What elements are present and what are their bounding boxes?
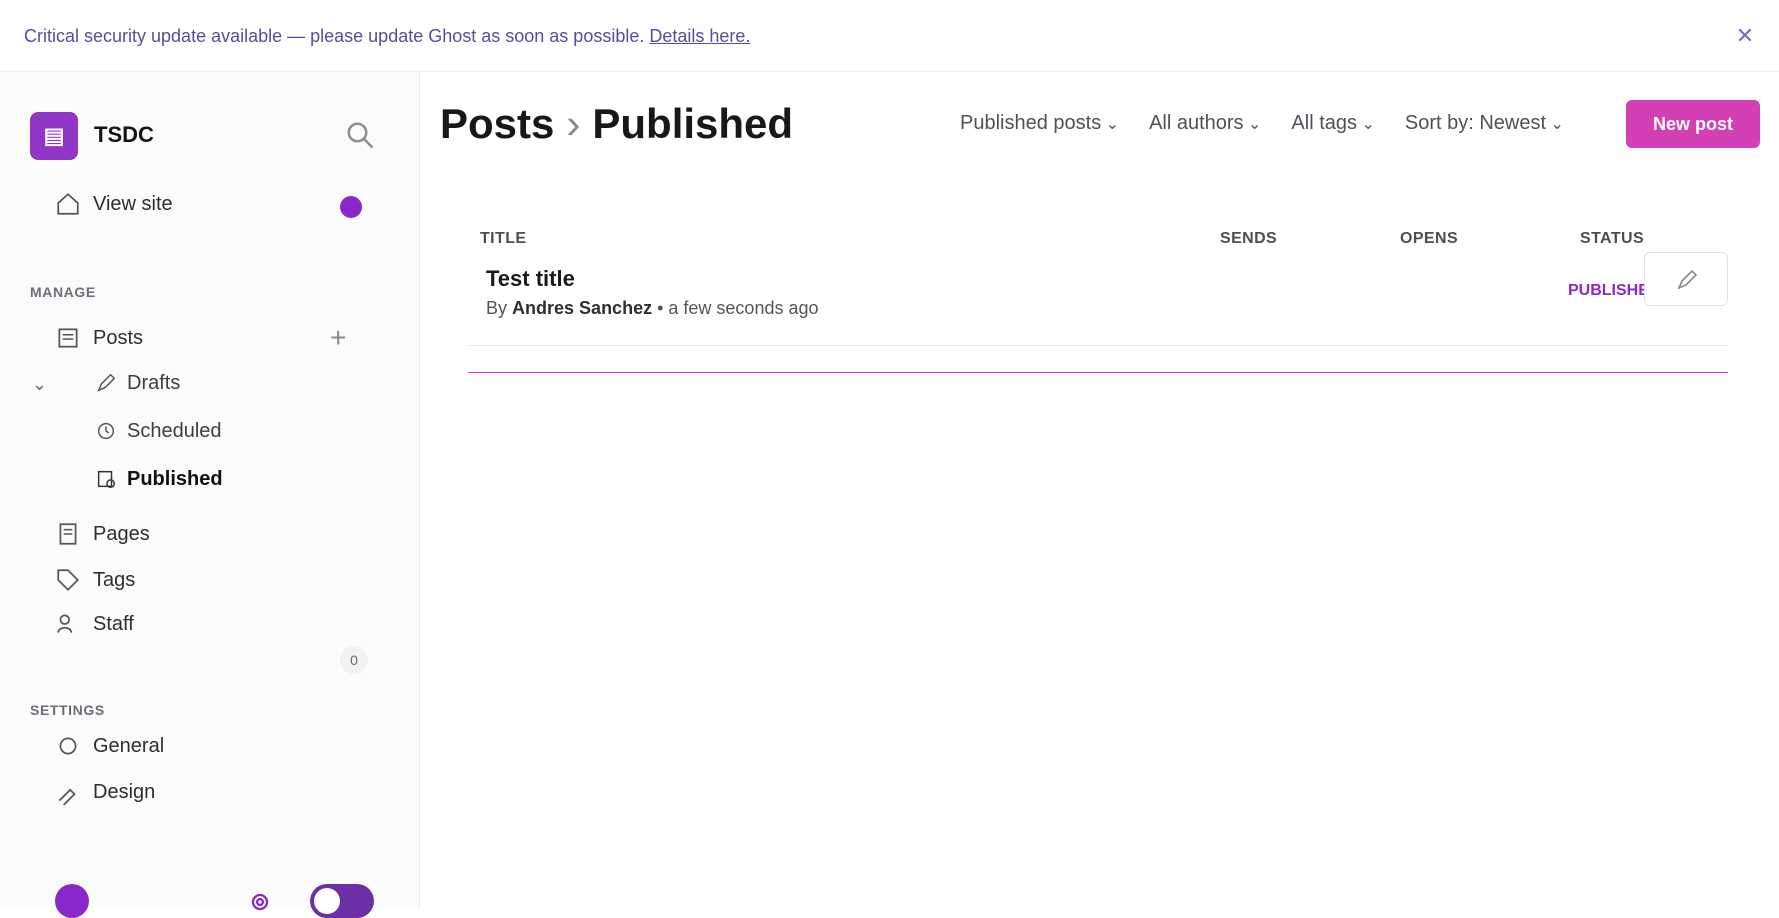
brand-logo: ▤ [30, 112, 78, 160]
members-count-badge: 0 [340, 646, 368, 674]
gear-icon[interactable] [246, 888, 274, 916]
post-title[interactable]: Test title [486, 266, 575, 292]
post-meta: By Andres Sanchez • a few seconds ago [486, 298, 819, 319]
column-opens: OPENS [1400, 230, 1459, 247]
tag-icon [57, 569, 79, 591]
edit-button[interactable] [1644, 252, 1728, 306]
sidebar-item-posts[interactable]: Posts [55, 322, 143, 354]
sidebar-item-published[interactable]: Published [95, 464, 223, 494]
plus-icon[interactable]: + [330, 322, 346, 354]
pages-icon [59, 523, 77, 545]
sidebar-item-tags[interactable]: Tags [55, 564, 135, 596]
table-header: TITLE SENDS OPENS STATUS [480, 230, 1720, 254]
sidebar-item-label: Drafts [127, 371, 181, 394]
sidebar-item-label: View site [93, 192, 173, 215]
clock-icon [97, 422, 115, 440]
table-row[interactable]: Test title By Andres Sanchez • a few sec… [468, 252, 1728, 346]
brand: ▤ TSDC [30, 112, 390, 160]
search-icon[interactable] [345, 120, 375, 150]
sidebar-item-label: Design [93, 780, 156, 803]
column-sends: SENDS [1220, 230, 1278, 247]
banner-text: Critical security update available — ple… [24, 26, 645, 46]
column-title: TITLE [480, 230, 527, 247]
new-post-button[interactable]: New post [1626, 100, 1760, 148]
sidebar-item-scheduled[interactable]: Scheduled [95, 416, 222, 446]
sidebar: ▤ TSDC View site MANAGE ⌄ Posts + Drafts [0, 72, 420, 918]
filter-sort[interactable]: Sort by: Newest [1405, 112, 1564, 135]
settings-section-label: SETTINGS [30, 702, 105, 718]
sidebar-item-design[interactable]: Design [55, 776, 155, 808]
sidebar-item-view-site[interactable]: View site [55, 188, 173, 220]
breadcrumb-current: Published [592, 100, 794, 147]
filter-tags[interactable]: All tags [1291, 112, 1374, 135]
breadcrumb-separator: › [566, 100, 581, 147]
pencil-icon [1677, 269, 1698, 290]
main-content: Posts ›Published Published posts All auth… [420, 72, 1779, 908]
sidebar-item-label: Tags [93, 568, 136, 591]
brand-name: TSDC [94, 122, 154, 147]
filter-authors[interactable]: All authors [1149, 112, 1261, 135]
filter-bar: Published posts All authors All tags Sor… [960, 112, 1564, 135]
avatar[interactable] [55, 884, 89, 918]
filter-type[interactable]: Published posts [960, 112, 1119, 135]
sidebar-item-pages[interactable]: Pages [55, 518, 150, 550]
published-icon [97, 470, 115, 488]
sidebar-item-label: Published [127, 467, 223, 490]
globe-icon [340, 196, 362, 218]
sidebar-item-label: Pages [93, 522, 150, 545]
theme-toggle[interactable] [310, 884, 374, 918]
posts-icon [58, 328, 78, 348]
banner-details-link[interactable]: Details here. [649, 26, 750, 46]
sidebar-item-staff[interactable]: Staff [55, 608, 134, 640]
staff-icon [57, 614, 73, 633]
home-icon [57, 193, 79, 215]
pencil-icon [97, 373, 116, 392]
post-author: Andres Sanchez [512, 298, 653, 318]
sidebar-item-label: Staff [93, 612, 134, 635]
sidebar-item-label: General [93, 734, 165, 757]
column-status: STATUS [1580, 230, 1645, 247]
settings-icon [59, 737, 77, 755]
brush-icon [58, 788, 76, 805]
close-icon[interactable]: ✕ [1733, 24, 1757, 48]
breadcrumb-parent[interactable]: Posts [440, 100, 554, 147]
divider [468, 372, 1728, 373]
security-banner: Critical security update available — ple… [0, 0, 1779, 72]
sidebar-item-label: Scheduled [127, 419, 222, 442]
sidebar-item-general[interactable]: General [55, 730, 164, 762]
banner-message: Critical security update available — ple… [24, 26, 750, 47]
page-title: Posts › Published [440, 100, 793, 148]
post-by: By [486, 298, 508, 318]
sidebar-item-drafts[interactable]: Drafts [95, 368, 180, 398]
chevron-down-icon[interactable]: ⌄ [32, 374, 47, 395]
manage-section-label: MANAGE [30, 284, 96, 300]
post-time: • a few seconds ago [657, 298, 819, 318]
sidebar-item-label: Posts [93, 326, 144, 349]
